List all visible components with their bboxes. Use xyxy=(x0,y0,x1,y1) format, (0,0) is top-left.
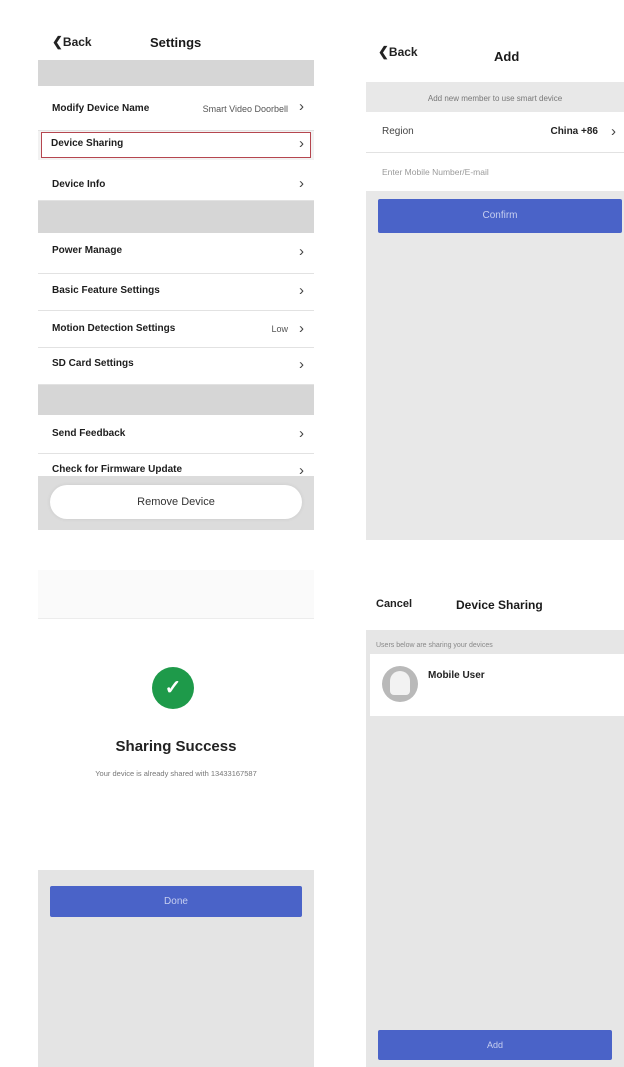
done-button[interactable]: Done xyxy=(50,886,302,917)
user-icon xyxy=(390,671,410,695)
success-message: Your device is already shared with 13433… xyxy=(95,769,257,778)
mobile-input-row[interactable]: Enter Mobile Number/E-mail xyxy=(366,153,624,191)
sharing-header: Cancel Device Sharing xyxy=(366,580,624,630)
success-check-icon: ✓ xyxy=(152,667,194,709)
settings-screen: ❮Back Settings Modify Device Name Smart … xyxy=(38,0,314,530)
chevron-right-icon: › xyxy=(299,135,304,152)
chevron-right-icon: › xyxy=(299,98,304,115)
region-row[interactable]: Region China +86 › xyxy=(366,112,624,153)
section-divider xyxy=(38,201,314,233)
chevron-right-icon: › xyxy=(611,123,616,140)
settings-header: ❮Back Settings xyxy=(38,0,314,60)
sharing-note: Users below are sharing your devices xyxy=(376,642,493,649)
chevron-right-icon: › xyxy=(299,175,304,192)
device-sharing-screen: Cancel Device Sharing Users below are sh… xyxy=(366,580,624,1067)
settings-item-modify-device-name[interactable]: Modify Device Name Smart Video Doorbell … xyxy=(38,86,314,131)
settings-item-send-feedback[interactable]: Send Feedback › xyxy=(38,415,314,454)
chevron-right-icon: › xyxy=(299,282,304,299)
cancel-button[interactable]: Cancel xyxy=(376,598,412,610)
page-title: Device Sharing xyxy=(456,598,543,612)
chevron-right-icon: › xyxy=(299,320,304,337)
page-title: Settings xyxy=(150,35,202,50)
settings-item-power-manage[interactable]: Power Manage › xyxy=(38,233,314,274)
section-divider xyxy=(38,385,314,415)
add-screen: ❮Back Add Add new member to use smart de… xyxy=(366,0,624,540)
avatar xyxy=(382,666,418,702)
confirm-button[interactable]: Confirm xyxy=(378,199,622,233)
success-title: Sharing Success xyxy=(115,738,237,755)
chevron-right-icon: › xyxy=(299,425,304,442)
settings-item-basic-feature-settings[interactable]: Basic Feature Settings › xyxy=(38,274,314,311)
chevron-right-icon: › xyxy=(299,356,304,373)
top-strip xyxy=(38,570,314,619)
sharing-success-screen: ✓ Sharing Success Your device is already… xyxy=(38,570,314,1067)
page-title: Add xyxy=(494,49,520,64)
chevron-left-icon: ❮ xyxy=(378,44,389,59)
add-button[interactable]: Add xyxy=(378,1030,612,1060)
user-name: Mobile User xyxy=(428,670,485,681)
remove-device-button[interactable]: Remove Device xyxy=(50,485,302,519)
settings-item-device-sharing[interactable]: Device Sharing › xyxy=(41,132,311,158)
add-header: ❮Back Add xyxy=(366,0,624,82)
back-button[interactable]: ❮Back xyxy=(378,44,418,60)
chevron-left-icon: ❮ xyxy=(52,34,63,49)
shared-user-row[interactable]: Mobile User xyxy=(370,654,624,716)
section-divider xyxy=(38,60,314,86)
settings-item-device-info[interactable]: Device Info › xyxy=(38,160,314,201)
settings-item-motion-detection[interactable]: Motion Detection Settings Low › xyxy=(38,311,314,348)
settings-item-sd-card[interactable]: SD Card Settings › xyxy=(38,348,314,385)
add-hint: Add new member to use smart device xyxy=(427,94,563,103)
mobile-input[interactable]: Enter Mobile Number/E-mail xyxy=(382,167,489,177)
chevron-right-icon: › xyxy=(299,243,304,260)
back-button[interactable]: ❮Back xyxy=(52,34,92,50)
